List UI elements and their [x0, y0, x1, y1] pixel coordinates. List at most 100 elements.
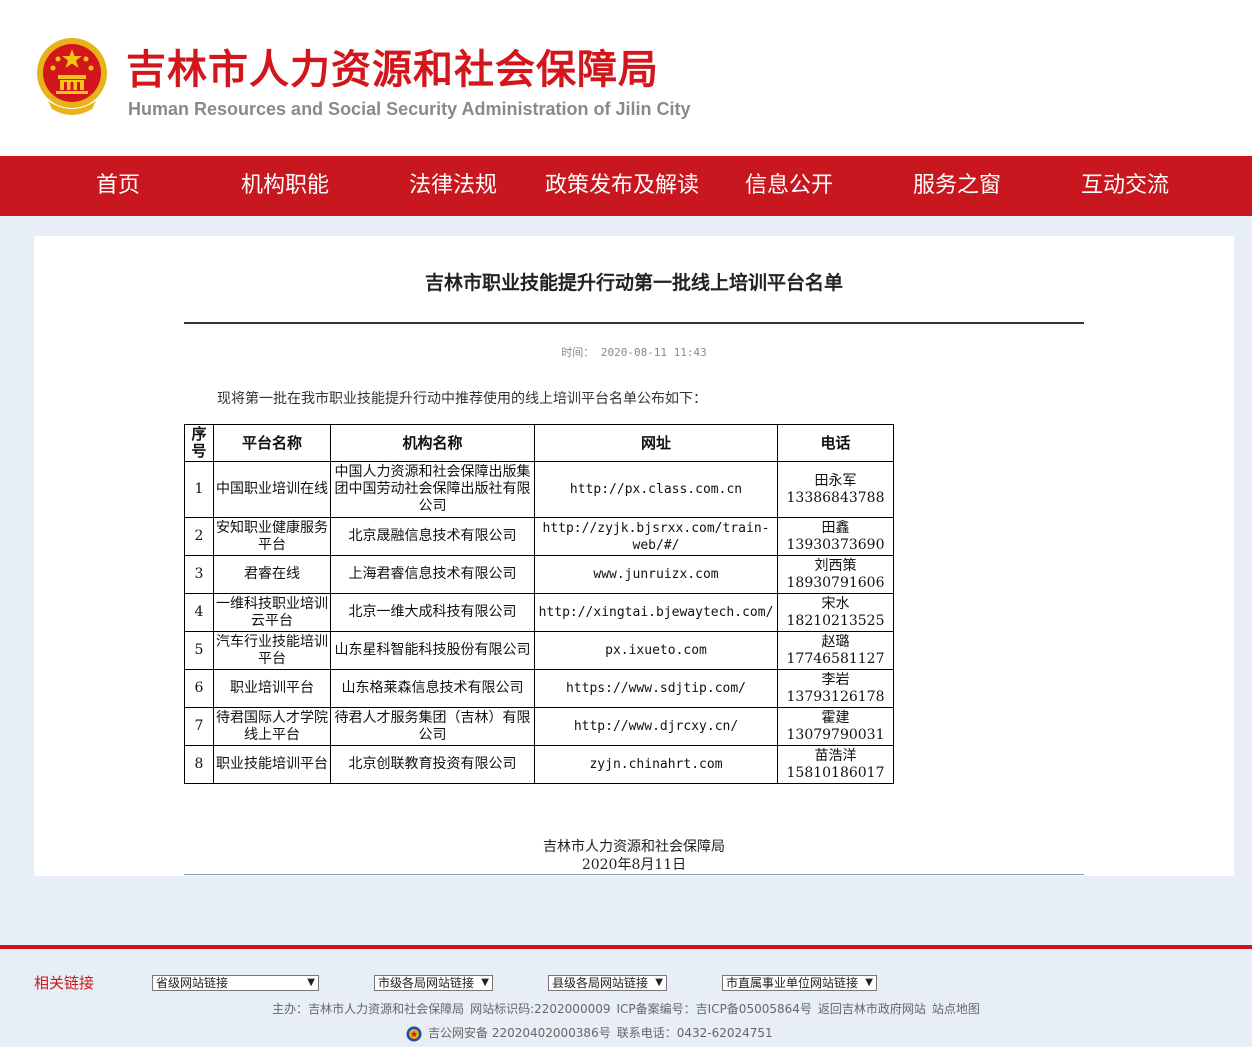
- footer-phone: 联系电话：0432-62024751: [616, 1026, 773, 1040]
- county-links-value: 县级各局网站链接: [552, 976, 649, 990]
- col-header-org: 机构名称: [330, 424, 535, 462]
- chevron-down-icon: ▼: [481, 977, 489, 988]
- contact-name: 苗浩洋: [814, 747, 857, 764]
- footer-icp-link[interactable]: ICP备案编号：吉ICP备05005864号: [617, 1002, 812, 1016]
- cell-url: http://www.djrcxy.cn/: [534, 707, 778, 746]
- cell-platform: 待君国际人才学院线上平台: [213, 707, 331, 746]
- police-badge-icon: [406, 1026, 422, 1041]
- footer-info: 主办：吉林市人力资源和社会保障局 网站标识码:2202000009 ICP备案编号：…: [0, 1000, 1252, 1017]
- cell-url: www.junruizx.com: [534, 555, 778, 594]
- related-links-label: 相关链接: [34, 974, 95, 992]
- signature-org: 吉林市人力资源和社会保障局: [543, 839, 725, 855]
- cell-org: 山东星科智能科技股份有限公司: [330, 631, 535, 670]
- cell-platform: 职业技能培训平台: [213, 745, 331, 784]
- signature-block: 吉林市人力资源和社会保障局 2020年8月11日: [184, 838, 1084, 874]
- chevron-down-icon: ▼: [865, 977, 873, 988]
- table-row: 3 君睿在线 上海君睿信息技术有限公司 www.junruizx.com 刘西策…: [184, 555, 894, 594]
- contact-phone: 18210213525: [786, 612, 885, 629]
- cell-contact: 宋水 18210213525: [777, 593, 894, 632]
- cell-no: 8: [184, 745, 214, 784]
- platform-table: 序号 平台名称 机构名称 网址 电话 1 中国职业培训在线 中国人力资源和社会保…: [184, 424, 894, 784]
- cell-platform: 一维科技职业培训云平台: [213, 593, 331, 632]
- contact-name: 宋水: [821, 595, 850, 612]
- cell-org: 北京晟融信息技术有限公司: [330, 517, 535, 556]
- col-header-platform: 平台名称: [213, 424, 331, 462]
- article-title: 吉林市职业技能提升行动第一批线上培训平台名单: [424, 272, 843, 294]
- cell-no: 5: [184, 631, 214, 670]
- main-nav: 首页 机构职能 法律法规 政策发布及解读 信息公开 服务之窗 互动交流: [0, 156, 1252, 216]
- time-label: 时间：: [561, 346, 595, 359]
- footer-security: 吉公网安备 22020402000386号 联系电话：0432-62024751: [406, 1024, 773, 1042]
- nav-item-interaction[interactable]: 互动交流: [1065, 156, 1185, 216]
- article-intro: 现将第一批在我市职业技能提升行动中推荐使用的线上培训平台名单公布如下：: [217, 391, 707, 407]
- col-header-phone: 电话: [777, 424, 894, 462]
- article-meta: 时间： 2020-08-11 11:43: [0, 344, 1252, 360]
- cell-org: 北京一维大成科技有限公司: [330, 593, 535, 632]
- contact-name: 李岩: [821, 671, 850, 688]
- cell-platform: 汽车行业技能培训平台: [213, 631, 331, 670]
- cell-no: 7: [184, 707, 214, 746]
- footer-host: 主办：吉林市人力资源和社会保障局: [272, 1002, 465, 1016]
- footer-gov-link[interactable]: 返回吉林市政府网站: [818, 1002, 926, 1016]
- table-row: 7 待君国际人才学院线上平台 待君人才服务集团（吉林）有限公司 http://w…: [184, 707, 894, 746]
- footer-sitemap-link[interactable]: 站点地图: [932, 1002, 980, 1016]
- cell-url: http://zyjk.bjsrxx.com/train-web/#/: [534, 517, 778, 556]
- nav-item-policies[interactable]: 政策发布及解读: [530, 156, 714, 216]
- cell-contact: 田鑫 13930373690: [777, 517, 894, 556]
- contact-name: 赵璐: [821, 633, 850, 650]
- cell-no: 6: [184, 669, 214, 708]
- table-row: 5 汽车行业技能培训平台 山东星科智能科技股份有限公司 px.ixueto.co…: [184, 631, 894, 670]
- nav-item-services[interactable]: 服务之窗: [897, 156, 1017, 216]
- site-header: 吉林市人力资源和社会保障局 Human Resources and Social…: [0, 0, 1252, 156]
- time-value: 2020-08-11 11:43: [600, 346, 707, 359]
- contact-phone: 13793126178: [786, 688, 885, 705]
- signature-date: 2020年8月11日: [581, 857, 687, 873]
- nav-item-home[interactable]: 首页: [58, 156, 178, 216]
- cell-platform: 中国职业培训在线: [213, 461, 331, 518]
- cell-contact: 刘西策 18930791606: [777, 555, 894, 594]
- national-emblem-icon: [37, 38, 107, 115]
- cell-no: 4: [184, 593, 214, 632]
- contact-phone: 18930791606: [786, 574, 885, 591]
- cell-org: 待君人才服务集团（吉林）有限公司: [330, 707, 535, 746]
- provincial-links-value: 省级网站链接: [156, 976, 229, 990]
- cell-platform: 职业培训平台: [213, 669, 331, 708]
- cell-no: 3: [184, 555, 214, 594]
- site-subtitle: Human Resources and Social Security Admi…: [128, 99, 691, 119]
- contact-name: 田鑫: [821, 519, 850, 536]
- table-header-row: 序号 平台名称 机构名称 网址 电话: [184, 424, 894, 462]
- contact-phone: 17746581127: [786, 650, 885, 667]
- cell-contact: 田永军 13386843788: [777, 461, 894, 518]
- chevron-down-icon: ▼: [655, 977, 663, 988]
- col-header-url: 网址: [534, 424, 778, 462]
- city-links-select[interactable]: 市级各局网站链接 ▼: [374, 975, 493, 991]
- contact-name: 刘西策: [814, 557, 857, 574]
- table-row: 1 中国职业培训在线 中国人力资源和社会保障出版集团中国劳动社会保障出版社有限公…: [184, 461, 894, 518]
- footer-divider: [0, 945, 1252, 949]
- cell-url: zyjn.chinahrt.com: [534, 745, 778, 784]
- table-row: 2 安知职业健康服务平台 北京晟融信息技术有限公司 http://zyjk.bj…: [184, 517, 894, 556]
- contact-name: 田永军: [814, 472, 857, 489]
- city-links-value: 市级各局网站链接: [378, 976, 475, 990]
- cell-org: 北京创联教育投资有限公司: [330, 745, 535, 784]
- cell-org: 中国人力资源和社会保障出版集团中国劳动社会保障出版社有限公司: [330, 461, 535, 518]
- cell-no: 2: [184, 517, 214, 556]
- cell-url: http://px.class.com.cn: [534, 461, 778, 518]
- footer-police-link[interactable]: 吉公网安备 22020402000386号: [428, 1026, 611, 1040]
- institution-links-select[interactable]: 市直属事业单位网站链接 ▼: [722, 975, 877, 991]
- contact-phone: 15810186017: [786, 764, 885, 781]
- cell-contact: 霍建 13079790031: [777, 707, 894, 746]
- site-title: 吉林市人力资源和社会保障局: [126, 47, 659, 93]
- cell-platform: 安知职业健康服务平台: [213, 517, 331, 556]
- contact-phone: 13079790031: [786, 726, 885, 743]
- nav-item-laws[interactable]: 法律法规: [393, 156, 513, 216]
- cell-contact: 苗浩洋 15810186017: [777, 745, 894, 784]
- provincial-links-select[interactable]: 省级网站链接 ▼: [152, 975, 319, 991]
- nav-item-public-info[interactable]: 信息公开: [729, 156, 849, 216]
- nav-item-organization[interactable]: 机构职能: [225, 156, 345, 216]
- col-header-no: 序号: [184, 424, 214, 462]
- table-row: 6 职业培训平台 山东格莱森信息技术有限公司 https://www.sdjti…: [184, 669, 894, 708]
- cell-no: 1: [184, 461, 214, 518]
- county-links-select[interactable]: 县级各局网站链接 ▼: [548, 975, 667, 991]
- table-row: 8 职业技能培训平台 北京创联教育投资有限公司 zyjn.chinahrt.co…: [184, 745, 894, 784]
